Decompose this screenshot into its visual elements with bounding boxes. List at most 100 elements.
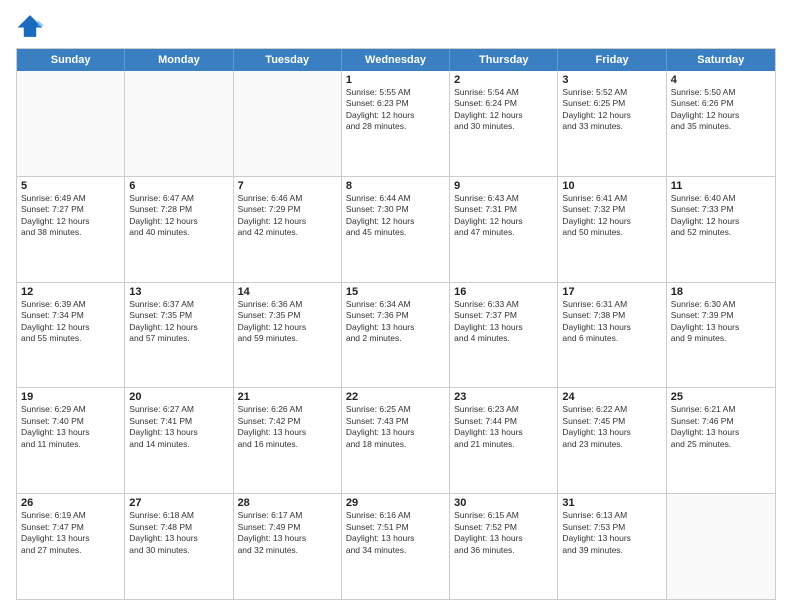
calendar-row: 12Sunrise: 6:39 AM Sunset: 7:34 PM Dayli… (17, 283, 775, 389)
day-cell: 19Sunrise: 6:29 AM Sunset: 7:40 PM Dayli… (17, 388, 125, 493)
day-info: Sunrise: 5:52 AM Sunset: 6:25 PM Dayligh… (562, 87, 661, 133)
day-info: Sunrise: 6:43 AM Sunset: 7:31 PM Dayligh… (454, 193, 553, 239)
day-info: Sunrise: 5:55 AM Sunset: 6:23 PM Dayligh… (346, 87, 445, 133)
day-number: 4 (671, 74, 771, 86)
day-info: Sunrise: 6:46 AM Sunset: 7:29 PM Dayligh… (238, 193, 337, 239)
empty-cell (234, 71, 342, 176)
day-info: Sunrise: 6:25 AM Sunset: 7:43 PM Dayligh… (346, 404, 445, 450)
day-number: 27 (129, 497, 228, 509)
day-number: 7 (238, 180, 337, 192)
day-cell: 15Sunrise: 6:34 AM Sunset: 7:36 PM Dayli… (342, 283, 450, 388)
day-cell: 9Sunrise: 6:43 AM Sunset: 7:31 PM Daylig… (450, 177, 558, 282)
day-number: 10 (562, 180, 661, 192)
day-cell: 2Sunrise: 5:54 AM Sunset: 6:24 PM Daylig… (450, 71, 558, 176)
day-number: 1 (346, 74, 445, 86)
day-number: 5 (21, 180, 120, 192)
day-info: Sunrise: 6:36 AM Sunset: 7:35 PM Dayligh… (238, 299, 337, 345)
day-cell: 16Sunrise: 6:33 AM Sunset: 7:37 PM Dayli… (450, 283, 558, 388)
day-number: 21 (238, 391, 337, 403)
day-number: 3 (562, 74, 661, 86)
empty-cell (667, 494, 775, 599)
day-info: Sunrise: 6:39 AM Sunset: 7:34 PM Dayligh… (21, 299, 120, 345)
calendar-body: 1Sunrise: 5:55 AM Sunset: 6:23 PM Daylig… (17, 71, 775, 599)
day-cell: 5Sunrise: 6:49 AM Sunset: 7:27 PM Daylig… (17, 177, 125, 282)
day-info: Sunrise: 6:40 AM Sunset: 7:33 PM Dayligh… (671, 193, 771, 239)
logo (16, 12, 48, 40)
day-info: Sunrise: 6:27 AM Sunset: 7:41 PM Dayligh… (129, 404, 228, 450)
day-cell: 14Sunrise: 6:36 AM Sunset: 7:35 PM Dayli… (234, 283, 342, 388)
day-number: 13 (129, 286, 228, 298)
day-cell: 24Sunrise: 6:22 AM Sunset: 7:45 PM Dayli… (558, 388, 666, 493)
weekday-header: Saturday (667, 49, 775, 71)
day-cell: 3Sunrise: 5:52 AM Sunset: 6:25 PM Daylig… (558, 71, 666, 176)
logo-icon (16, 12, 44, 40)
header (16, 12, 776, 40)
calendar-row: 19Sunrise: 6:29 AM Sunset: 7:40 PM Dayli… (17, 388, 775, 494)
day-cell: 11Sunrise: 6:40 AM Sunset: 7:33 PM Dayli… (667, 177, 775, 282)
day-cell: 18Sunrise: 6:30 AM Sunset: 7:39 PM Dayli… (667, 283, 775, 388)
calendar-header: SundayMondayTuesdayWednesdayThursdayFrid… (17, 49, 775, 71)
weekday-header: Thursday (450, 49, 558, 71)
day-info: Sunrise: 6:49 AM Sunset: 7:27 PM Dayligh… (21, 193, 120, 239)
day-number: 14 (238, 286, 337, 298)
day-cell: 6Sunrise: 6:47 AM Sunset: 7:28 PM Daylig… (125, 177, 233, 282)
day-cell: 10Sunrise: 6:41 AM Sunset: 7:32 PM Dayli… (558, 177, 666, 282)
calendar: SundayMondayTuesdayWednesdayThursdayFrid… (16, 48, 776, 600)
day-info: Sunrise: 5:54 AM Sunset: 6:24 PM Dayligh… (454, 87, 553, 133)
day-cell: 8Sunrise: 6:44 AM Sunset: 7:30 PM Daylig… (342, 177, 450, 282)
empty-cell (125, 71, 233, 176)
day-cell: 7Sunrise: 6:46 AM Sunset: 7:29 PM Daylig… (234, 177, 342, 282)
day-number: 26 (21, 497, 120, 509)
day-number: 18 (671, 286, 771, 298)
day-cell: 12Sunrise: 6:39 AM Sunset: 7:34 PM Dayli… (17, 283, 125, 388)
day-number: 9 (454, 180, 553, 192)
day-cell: 17Sunrise: 6:31 AM Sunset: 7:38 PM Dayli… (558, 283, 666, 388)
day-cell: 27Sunrise: 6:18 AM Sunset: 7:48 PM Dayli… (125, 494, 233, 599)
day-number: 24 (562, 391, 661, 403)
day-number: 19 (21, 391, 120, 403)
day-cell: 31Sunrise: 6:13 AM Sunset: 7:53 PM Dayli… (558, 494, 666, 599)
day-number: 20 (129, 391, 228, 403)
calendar-row: 5Sunrise: 6:49 AM Sunset: 7:27 PM Daylig… (17, 177, 775, 283)
day-info: Sunrise: 6:17 AM Sunset: 7:49 PM Dayligh… (238, 510, 337, 556)
weekday-header: Friday (558, 49, 666, 71)
day-info: Sunrise: 6:23 AM Sunset: 7:44 PM Dayligh… (454, 404, 553, 450)
day-info: Sunrise: 6:41 AM Sunset: 7:32 PM Dayligh… (562, 193, 661, 239)
day-info: Sunrise: 6:15 AM Sunset: 7:52 PM Dayligh… (454, 510, 553, 556)
day-cell: 13Sunrise: 6:37 AM Sunset: 7:35 PM Dayli… (125, 283, 233, 388)
day-cell: 21Sunrise: 6:26 AM Sunset: 7:42 PM Dayli… (234, 388, 342, 493)
day-cell: 20Sunrise: 6:27 AM Sunset: 7:41 PM Dayli… (125, 388, 233, 493)
day-number: 28 (238, 497, 337, 509)
day-cell: 29Sunrise: 6:16 AM Sunset: 7:51 PM Dayli… (342, 494, 450, 599)
day-cell: 1Sunrise: 5:55 AM Sunset: 6:23 PM Daylig… (342, 71, 450, 176)
page: SundayMondayTuesdayWednesdayThursdayFrid… (0, 0, 792, 612)
day-number: 17 (562, 286, 661, 298)
day-info: Sunrise: 6:22 AM Sunset: 7:45 PM Dayligh… (562, 404, 661, 450)
day-number: 30 (454, 497, 553, 509)
day-number: 25 (671, 391, 771, 403)
day-info: Sunrise: 6:37 AM Sunset: 7:35 PM Dayligh… (129, 299, 228, 345)
calendar-row: 26Sunrise: 6:19 AM Sunset: 7:47 PM Dayli… (17, 494, 775, 599)
weekday-header: Wednesday (342, 49, 450, 71)
day-cell: 28Sunrise: 6:17 AM Sunset: 7:49 PM Dayli… (234, 494, 342, 599)
weekday-header: Tuesday (234, 49, 342, 71)
day-cell: 4Sunrise: 5:50 AM Sunset: 6:26 PM Daylig… (667, 71, 775, 176)
day-number: 6 (129, 180, 228, 192)
day-info: Sunrise: 6:16 AM Sunset: 7:51 PM Dayligh… (346, 510, 445, 556)
day-cell: 25Sunrise: 6:21 AM Sunset: 7:46 PM Dayli… (667, 388, 775, 493)
day-info: Sunrise: 6:34 AM Sunset: 7:36 PM Dayligh… (346, 299, 445, 345)
day-number: 8 (346, 180, 445, 192)
day-info: Sunrise: 6:18 AM Sunset: 7:48 PM Dayligh… (129, 510, 228, 556)
empty-cell (17, 71, 125, 176)
day-info: Sunrise: 6:13 AM Sunset: 7:53 PM Dayligh… (562, 510, 661, 556)
day-cell: 26Sunrise: 6:19 AM Sunset: 7:47 PM Dayli… (17, 494, 125, 599)
day-info: Sunrise: 6:47 AM Sunset: 7:28 PM Dayligh… (129, 193, 228, 239)
day-number: 16 (454, 286, 553, 298)
day-number: 23 (454, 391, 553, 403)
day-number: 29 (346, 497, 445, 509)
day-number: 2 (454, 74, 553, 86)
day-info: Sunrise: 6:21 AM Sunset: 7:46 PM Dayligh… (671, 404, 771, 450)
day-number: 12 (21, 286, 120, 298)
day-cell: 22Sunrise: 6:25 AM Sunset: 7:43 PM Dayli… (342, 388, 450, 493)
day-number: 11 (671, 180, 771, 192)
